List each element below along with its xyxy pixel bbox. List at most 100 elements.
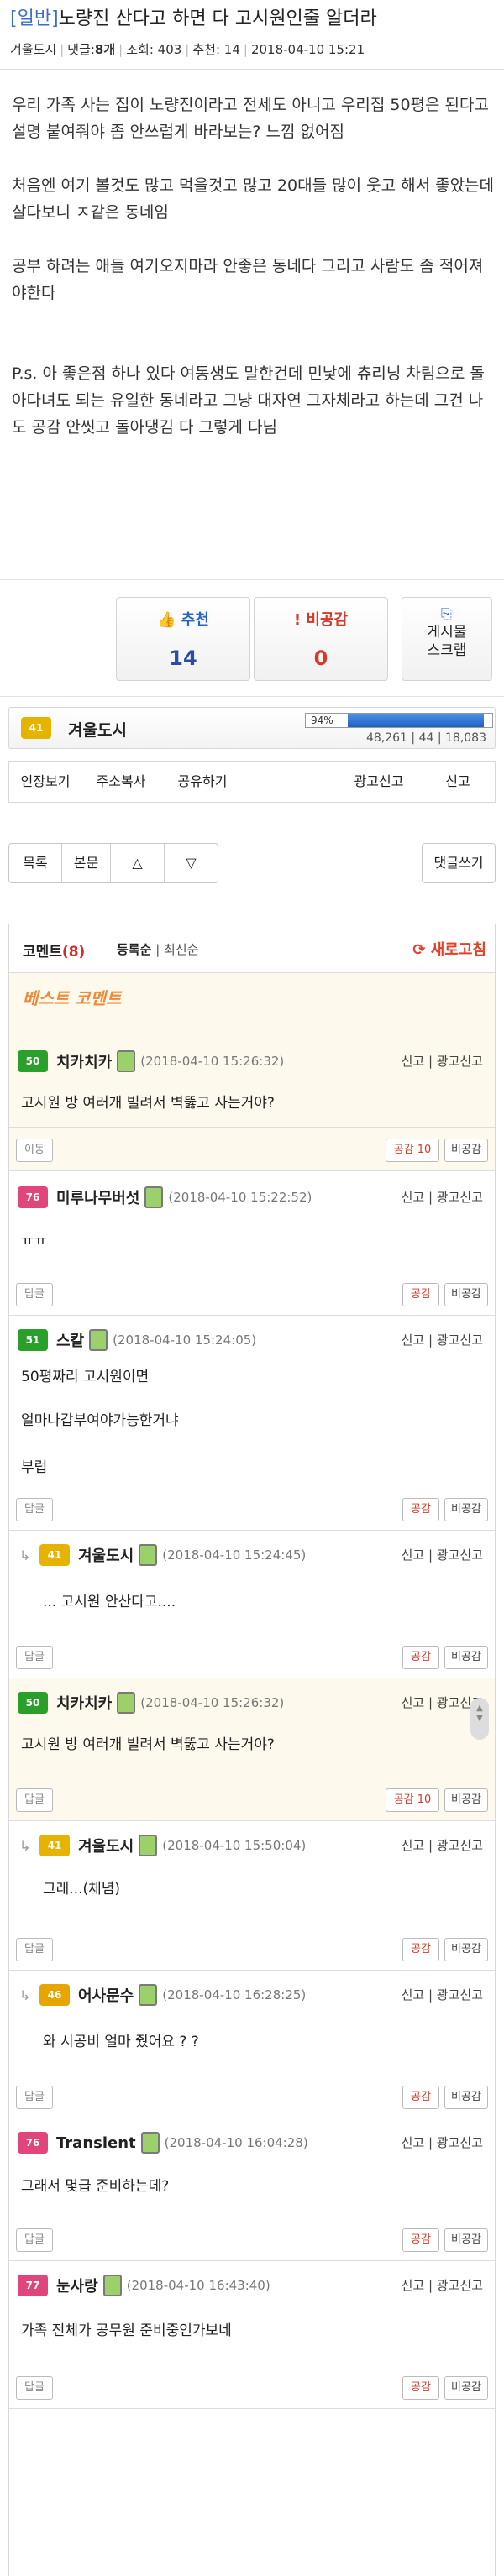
- dislike-button[interactable]: 비공감: [444, 1139, 488, 1162]
- oppose-icon: !: [293, 611, 302, 629]
- like-button[interactable]: 공감 10: [386, 1788, 439, 1812]
- dislike-button[interactable]: 비공감: [444, 1498, 488, 1521]
- scroll-up-icon: ▲: [476, 1704, 483, 1713]
- comment-author-name[interactable]: 스칼: [56, 1329, 84, 1351]
- memo-icon: [89, 1329, 108, 1351]
- refresh-icon: ⟳: [412, 941, 426, 959]
- reply-button[interactable]: 답글: [16, 1498, 53, 1521]
- comment-item: 76 Transient (2018-04-10 16:04:28) 신고 | …: [9, 2118, 495, 2261]
- comment-report-links[interactable]: 신고 | 광고신고: [402, 1052, 483, 1070]
- post-header: [일반]노량진 산다고 하면 다 고시원인줄 알더라 겨울도시 | 댓글:8개 | 조회…: [0, 0, 504, 62]
- reply-button[interactable]: 답글: [16, 1283, 53, 1306]
- comment-text: 50평짜리 고시원이면: [21, 1369, 150, 1385]
- scrap-label-2: 스크랩: [427, 642, 467, 659]
- dislike-button[interactable]: 비공감: [444, 1283, 488, 1306]
- author-progress-bar: 94%: [305, 713, 493, 728]
- comment-level-icon: 50: [18, 1050, 48, 1072]
- comment-level-icon: 41: [39, 1835, 70, 1856]
- scrap-label-1: 게시물: [427, 624, 467, 641]
- dislike-button[interactable]: 비공감: [444, 1788, 488, 1812]
- dislike-button[interactable]: 비공감: [444, 1938, 488, 1961]
- comment-date: (2018-04-10 15:24:05): [113, 1333, 257, 1348]
- comment-report-links[interactable]: 신고 | 광고신고: [402, 1836, 483, 1854]
- comment-author-name[interactable]: 어사문수: [78, 1984, 134, 2006]
- reply-button[interactable]: 답글: [16, 1646, 53, 1669]
- next-down-button[interactable]: ▽: [164, 844, 218, 882]
- recommend-label: 추천: [181, 611, 209, 629]
- like-button[interactable]: 공감: [402, 1283, 439, 1306]
- body-button[interactable]: 본문: [61, 844, 110, 882]
- comment-report-links[interactable]: 신고 | 광고신고: [402, 1331, 483, 1348]
- comment-author-name[interactable]: 겨울도시: [78, 1835, 134, 1856]
- comment-text: 가족 전체가 공무원 준비중인가보네: [21, 2322, 232, 2339]
- comment-report-links[interactable]: 신고 | 광고신고: [402, 1188, 483, 1206]
- comment-author-name[interactable]: 겨울도시: [78, 1544, 134, 1566]
- copy-address-button[interactable]: 주소복사: [81, 762, 160, 802]
- report-button[interactable]: 신고: [421, 762, 495, 802]
- sort-registered[interactable]: 등록순: [117, 942, 151, 957]
- write-reply-button[interactable]: 댓글쓰기: [422, 843, 496, 883]
- author-name[interactable]: 겨울도시: [68, 718, 127, 741]
- dislike-button[interactable]: 비공감: [444, 2228, 488, 2252]
- comment-author-name[interactable]: 눈사랑: [56, 2275, 98, 2296]
- post-recommend: 추천: 14: [192, 42, 240, 57]
- like-button[interactable]: 공감: [402, 2086, 439, 2109]
- scroll-handle[interactable]: ▲ ▼: [470, 1698, 489, 1740]
- comment-author-name[interactable]: 치카치카: [56, 1692, 112, 1714]
- reply-button[interactable]: 답글: [16, 2228, 53, 2252]
- post-comment-count: 8개: [94, 42, 116, 57]
- comment-report-links[interactable]: 신고 | 광고신고: [402, 2276, 483, 2294]
- comment-author: 41 겨울도시 (2018-04-10 15:24:45): [39, 1544, 306, 1566]
- list-button[interactable]: 목록: [9, 844, 61, 882]
- like-button[interactable]: 공감: [402, 2228, 439, 2252]
- comment-report-links[interactable]: 신고 | 광고신고: [402, 2134, 483, 2151]
- sort-newest[interactable]: 최신순: [164, 942, 198, 957]
- post-paragraph: P.s. 아 좋은점 하나 있다 여동생도 말한건데 민낯에 츄리닝 차림으로 …: [12, 364, 485, 437]
- comment-author: 51 스칼 (2018-04-10 15:24:05): [18, 1329, 256, 1351]
- like-button[interactable]: 공감: [402, 2376, 439, 2400]
- memo-icon: [139, 1544, 158, 1566]
- prev-up-button[interactable]: △: [110, 844, 164, 882]
- reply-button[interactable]: 답글: [16, 2086, 53, 2109]
- move-button[interactable]: 이동: [16, 1139, 53, 1162]
- like-button[interactable]: 공감: [402, 1498, 439, 1521]
- recommend-button[interactable]: 👍 추천 14: [116, 597, 250, 681]
- comment-item: 51 스칼 (2018-04-10 15:24:05) 신고 | 광고신고 50…: [9, 1316, 495, 1531]
- reply-button[interactable]: 답글: [16, 2376, 53, 2400]
- like-button[interactable]: 공감: [402, 1938, 439, 1961]
- view-seal-button[interactable]: 인장보기: [9, 762, 81, 802]
- comment-report-links[interactable]: 신고 | 광고신고: [402, 1546, 483, 1563]
- comment-author-name[interactable]: 치카치카: [56, 1050, 112, 1072]
- recommend-count: 14: [169, 647, 197, 670]
- memo-icon: [102, 2275, 122, 2296]
- like-button[interactable]: 공감 10: [386, 1139, 439, 1162]
- comment-author: 50 치카치카 (2018-04-10 15:26:32): [18, 1050, 284, 1072]
- comment-author-name[interactable]: Transient: [56, 2134, 136, 2152]
- comment-item: 77 눈사랑 (2018-04-10 16:43:40) 신고 | 광고신고 가…: [9, 2261, 495, 2409]
- like-button[interactable]: 공감: [402, 1646, 439, 1669]
- comment-text: 고시원 방 여러개 빌려서 벽뚫고 사는거야?: [21, 1095, 275, 1112]
- share-button[interactable]: 공유하기: [160, 762, 244, 802]
- comment-date: (2018-04-10 15:24:45): [162, 1547, 307, 1563]
- post-action-row: 인장보기 주소복사 공유하기 광고신고 신고: [8, 761, 496, 803]
- comment-report-links[interactable]: 신고 | 광고신고: [402, 1986, 483, 2003]
- reply-button[interactable]: 답글: [16, 1788, 53, 1812]
- oppose-button[interactable]: ! 비공감 0: [254, 597, 388, 681]
- comment-author: 77 눈사랑 (2018-04-10 16:43:40): [18, 2275, 270, 2296]
- ad-report-button[interactable]: 광고신고: [337, 762, 421, 802]
- reply-button[interactable]: 답글: [16, 1938, 53, 1961]
- dislike-button[interactable]: 비공감: [444, 2086, 488, 2109]
- post-title-text: 노량진 산다고 하면 다 고시원인줄 알더라: [58, 8, 377, 29]
- dislike-button[interactable]: 비공감: [444, 1646, 488, 1669]
- comment-author-name[interactable]: 미루나무버섯: [56, 1186, 139, 1208]
- post-category[interactable]: [일반]: [10, 8, 59, 29]
- scrap-button[interactable]: ⎘ 게시물 스크랩: [402, 597, 492, 681]
- reply-arrow-icon: ↳: [19, 1987, 31, 2003]
- refresh-button[interactable]: ⟳ 새로고침: [412, 938, 486, 960]
- comments-title-text: 코멘트: [23, 944, 62, 961]
- author-progress-fill: [348, 714, 484, 727]
- post-datetime: 2018-04-10 15:21: [250, 42, 365, 57]
- post-author[interactable]: 겨울도시: [10, 42, 56, 57]
- dislike-button[interactable]: 비공감: [444, 2376, 488, 2400]
- oppose-count: 0: [313, 647, 328, 670]
